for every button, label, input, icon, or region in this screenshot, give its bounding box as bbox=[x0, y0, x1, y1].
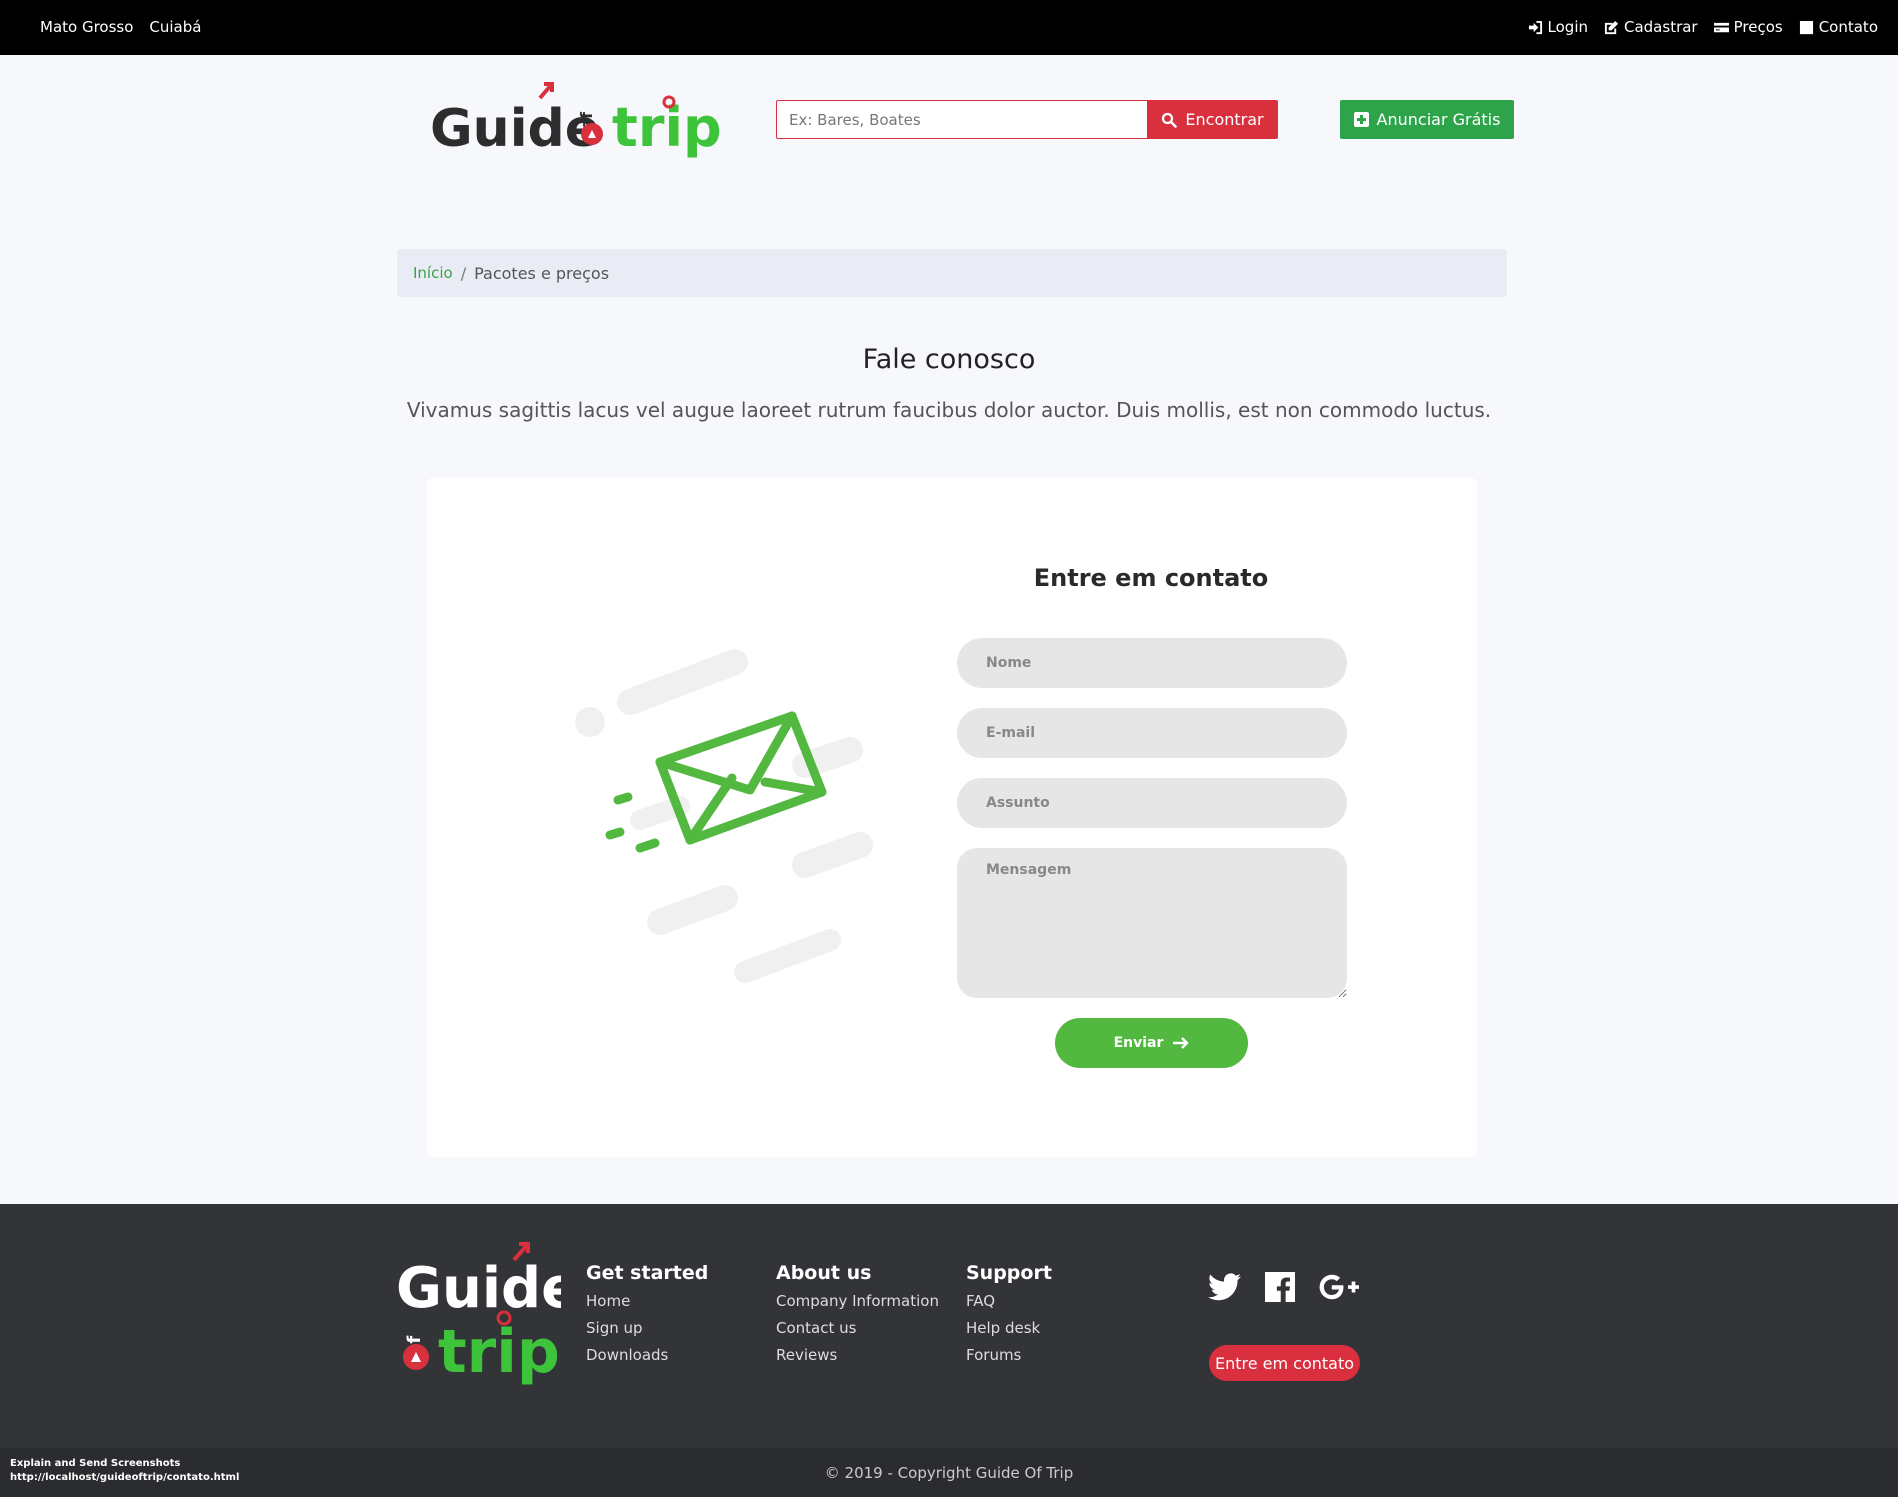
facebook-icon[interactable] bbox=[1265, 1272, 1295, 1302]
footer-col-heading: About us bbox=[776, 1262, 872, 1284]
send-button[interactable]: Enviar bbox=[1055, 1018, 1248, 1068]
breadcrumb: Início / Pacotes e preços bbox=[397, 249, 1507, 297]
send-button-label: Enviar bbox=[1113, 1035, 1164, 1051]
nav-precos-label: Preços bbox=[1733, 18, 1783, 36]
footer-link-sign-up[interactable]: Sign up bbox=[586, 1315, 708, 1342]
arrow-icon bbox=[538, 82, 554, 100]
google-plus-icon[interactable] bbox=[1319, 1274, 1359, 1300]
email-input[interactable] bbox=[957, 708, 1347, 758]
logo[interactable]: Guide of trip bbox=[430, 78, 720, 164]
footer-link-reviews[interactable]: Reviews bbox=[776, 1342, 939, 1369]
nav-cadastrar-label: Cadastrar bbox=[1624, 18, 1698, 36]
footer-col-support: Support FAQ Help desk Forums bbox=[966, 1262, 1052, 1369]
location: Mato Grosso Cuiabá bbox=[40, 18, 201, 36]
arrow-right-icon bbox=[1173, 1037, 1190, 1049]
name-input[interactable] bbox=[957, 638, 1347, 688]
nav-precos[interactable]: Preços bbox=[1713, 18, 1783, 36]
top-nav: Login Cadastrar Preços Contato bbox=[1528, 18, 1878, 36]
social-links bbox=[1208, 1272, 1359, 1302]
top-bar: Mato Grosso Cuiabá Login Cadastrar Preço… bbox=[0, 0, 1898, 55]
search-icon bbox=[1162, 112, 1178, 128]
footer-col-about-us: About us Company Information Contact us … bbox=[776, 1262, 939, 1369]
nav-contato-label: Contato bbox=[1818, 18, 1878, 36]
footer-col-heading: Get started bbox=[586, 1262, 709, 1284]
state-label[interactable]: Mato Grosso bbox=[40, 18, 133, 36]
footer-logo[interactable]: Guide of trip bbox=[396, 1232, 561, 1392]
message-textarea[interactable] bbox=[957, 848, 1347, 998]
footer-contact-button[interactable]: Entre em contato bbox=[1209, 1345, 1360, 1381]
footer-link-downloads[interactable]: Downloads bbox=[586, 1342, 708, 1369]
footer bbox=[0, 1204, 1898, 1448]
search-input[interactable] bbox=[776, 100, 1147, 139]
footer-logo-guide-text: Guide bbox=[396, 1256, 561, 1321]
copyright-bar: Explain and Send Screenshots http://loca… bbox=[0, 1448, 1898, 1497]
announce-button-label: Anunciar Grátis bbox=[1376, 110, 1501, 129]
subject-input[interactable] bbox=[957, 778, 1347, 828]
form-title: Entre em contato bbox=[1033, 564, 1269, 592]
nav-cadastrar[interactable]: Cadastrar bbox=[1604, 18, 1698, 36]
copyright-text: © 2019 - Copyright Guide Of Trip bbox=[824, 1464, 1074, 1482]
footer-link-help-desk[interactable]: Help desk bbox=[966, 1315, 1052, 1342]
nav-login-label: Login bbox=[1547, 18, 1588, 36]
edit-icon bbox=[1604, 20, 1619, 34]
nav-contato[interactable]: Contato bbox=[1799, 18, 1878, 36]
search-button-label: Encontrar bbox=[1185, 110, 1264, 129]
page-subtitle: Vivamus sagittis lacus vel augue laoreet… bbox=[406, 398, 1492, 422]
breadcrumb-separator: / bbox=[460, 263, 467, 283]
card-icon bbox=[1713, 22, 1729, 32]
footer-link-contact-us[interactable]: Contact us bbox=[776, 1315, 939, 1342]
nav-login[interactable]: Login bbox=[1528, 18, 1588, 36]
page-title: Fale conosco bbox=[862, 344, 1036, 375]
envelope-illustration-icon bbox=[575, 649, 873, 983]
footer-link-forums[interactable]: Forums bbox=[966, 1342, 1052, 1369]
footer-link-home[interactable]: Home bbox=[586, 1288, 708, 1315]
footer-col-get-started: Get started Home Sign up Downloads bbox=[586, 1262, 708, 1369]
twitter-icon[interactable] bbox=[1208, 1273, 1241, 1301]
breadcrumb-home[interactable]: Início bbox=[413, 264, 453, 282]
login-icon bbox=[1528, 20, 1542, 34]
footer-col-heading: Support bbox=[966, 1262, 1052, 1284]
announce-button[interactable]: Anunciar Grátis bbox=[1340, 100, 1514, 139]
search-button[interactable]: Encontrar bbox=[1147, 100, 1278, 139]
search-bar: Encontrar bbox=[776, 100, 1278, 139]
contact-icon bbox=[1799, 20, 1813, 34]
logo-guide-text: Guide bbox=[430, 99, 600, 159]
breadcrumb-current: Pacotes e preços bbox=[474, 263, 610, 283]
footer-logo-trip-text: trip bbox=[438, 1317, 560, 1387]
plus-square-icon bbox=[1353, 112, 1369, 127]
footer-link-company-information[interactable]: Company Information bbox=[776, 1288, 939, 1315]
city-label[interactable]: Cuiabá bbox=[149, 18, 201, 36]
footer-link-faq[interactable]: FAQ bbox=[966, 1288, 1052, 1315]
